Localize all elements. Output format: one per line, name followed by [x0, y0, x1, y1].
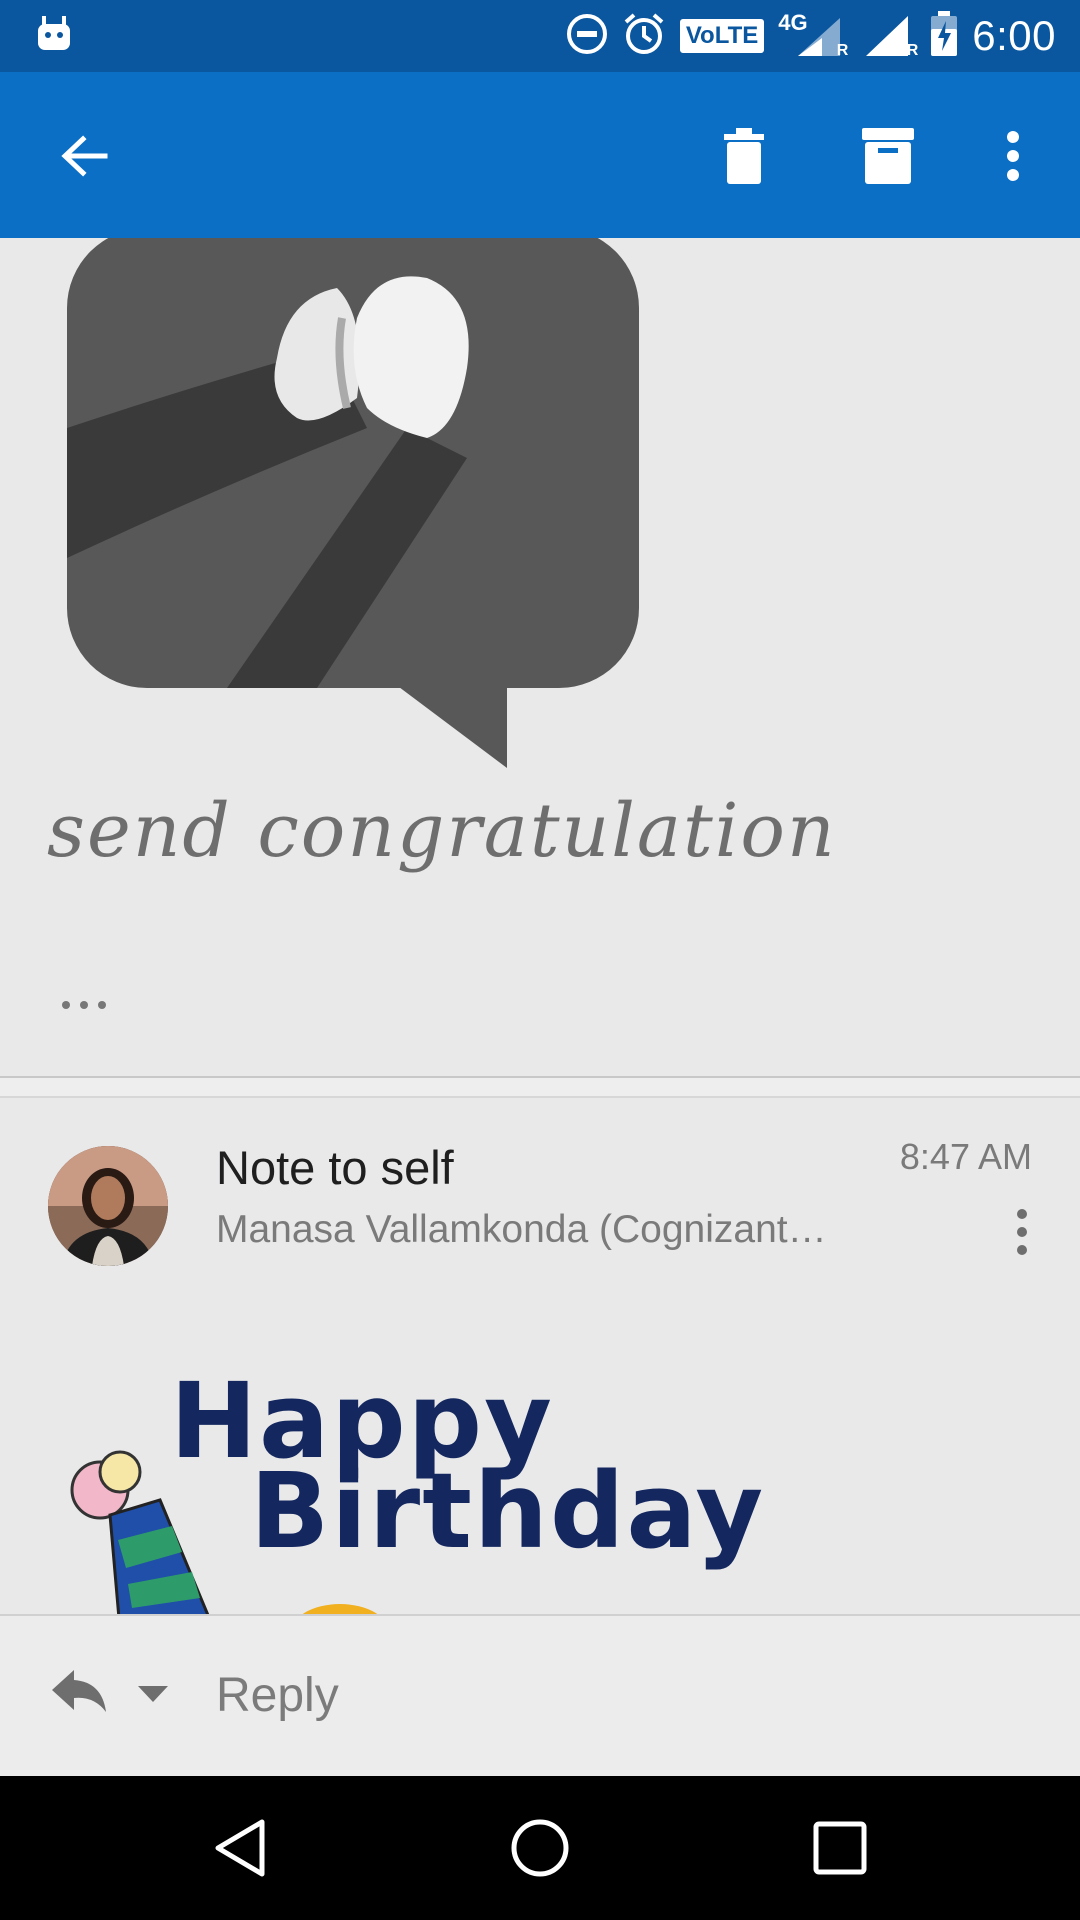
alarm-icon	[622, 12, 666, 61]
reply-bar: Reply	[0, 1614, 1080, 1778]
more-options-button[interactable]	[988, 118, 1038, 198]
back-button[interactable]	[44, 118, 124, 198]
message-header[interactable]: Note to self Manasa Vallamkonda (Cogniza…	[0, 1094, 1080, 1284]
birthday-line-2: Birthday	[250, 1450, 766, 1572]
message-more-button[interactable]	[1004, 1208, 1040, 1256]
status-time: 6:00	[972, 12, 1056, 59]
app-bar	[0, 72, 1080, 238]
trash-icon	[722, 127, 766, 189]
reply-button[interactable]	[50, 1666, 114, 1730]
message-time: 8:47 AM	[899, 1136, 1032, 1177]
reply-icon	[50, 1670, 108, 1718]
reply-input[interactable]: Reply	[216, 1668, 339, 1723]
navigation-bar	[0, 1776, 1080, 1920]
card-caption: send congratulation	[47, 788, 837, 874]
sender-name: Note to self	[216, 1141, 454, 1194]
nav-back-button[interactable]	[210, 1816, 274, 1880]
reply-options-dropdown[interactable]	[136, 1684, 176, 1724]
triangle-back-icon	[210, 1819, 270, 1884]
circle-home-icon	[508, 1819, 572, 1884]
nav-recents-button[interactable]	[808, 1816, 872, 1880]
volte-icon: VoLTE	[679, 19, 765, 53]
avatar[interactable]	[48, 1146, 168, 1266]
dnd-icon	[566, 13, 608, 60]
archive-icon	[862, 127, 914, 189]
signal-icon: R	[864, 14, 918, 59]
birthday-image-clip: Happy Birthday	[0, 1340, 1080, 1614]
arrow-back-icon	[59, 131, 109, 186]
more-vert-icon	[1004, 1209, 1040, 1260]
square-recents-icon	[808, 1821, 872, 1884]
android-icon	[36, 14, 72, 52]
birthday-image: Happy Birthday	[40, 1340, 763, 1614]
more-vert-icon	[1006, 130, 1020, 186]
archive-button[interactable]	[848, 118, 928, 198]
nav-home-button[interactable]	[508, 1816, 572, 1880]
signal-icon: 4G R	[778, 10, 849, 59]
message-recipient: Manasa Vallamkonda (Cognizant…	[216, 1208, 827, 1251]
status-bar: VoLTE 4G R R 6:00	[0, 0, 1080, 72]
show-quoted-text-button[interactable]	[62, 990, 106, 1020]
battery-icon	[930, 10, 958, 62]
delete-button[interactable]	[704, 118, 784, 198]
congratulation-image: send congratulation	[47, 238, 835, 928]
chevron-down-icon	[136, 1686, 170, 1708]
